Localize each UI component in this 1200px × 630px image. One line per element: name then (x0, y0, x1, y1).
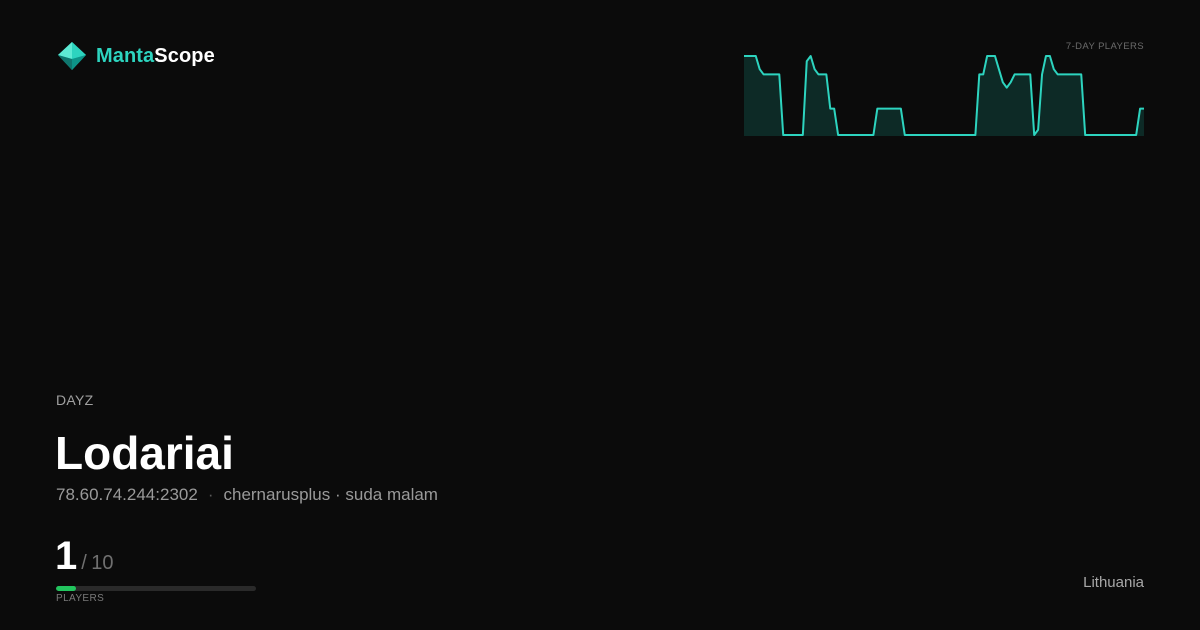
brand-name-scope: Scope (154, 44, 215, 67)
brand-name-manta: Manta (96, 44, 155, 67)
brand[interactable]: MantaScope (56, 40, 215, 72)
players-label: PLAYERS (56, 593, 105, 604)
meta-separator: · (207, 485, 214, 504)
players-separator: / (81, 552, 87, 574)
manta-logo-icon (58, 42, 86, 70)
current-players: 1 (55, 534, 78, 578)
chart-series-line (744, 56, 1144, 135)
chart-title: 7-DAY PLAYERS (1065, 41, 1144, 52)
max-players: 10 (91, 552, 114, 574)
brand-name: MantaScope (96, 45, 215, 68)
server-address[interactable]: 78.60.74.244:2302 (56, 485, 198, 504)
players-sparkline-chart (744, 54, 1144, 136)
server-description: chernarusplus · suda malam (223, 485, 438, 504)
game-name: DAYZ (56, 392, 94, 408)
players-progress-fill (56, 586, 76, 591)
server-location: Lithuania (1083, 574, 1144, 591)
player-count: 1/ 10 (55, 532, 114, 580)
server-meta: 78.60.74.244:2302 · chernarusplus · suda m… (56, 485, 438, 505)
players-progress-bar (56, 586, 256, 591)
server-name: Lodariai (55, 427, 234, 479)
